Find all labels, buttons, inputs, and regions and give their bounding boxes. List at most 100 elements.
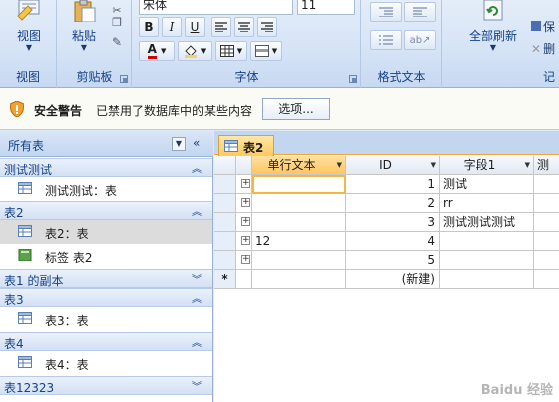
font-size-select[interactable]: 11 bbox=[297, 0, 355, 15]
row-selector[interactable] bbox=[214, 232, 236, 251]
align-left-button[interactable] bbox=[211, 17, 231, 37]
cell-id[interactable]: 4 bbox=[346, 232, 440, 251]
row-selector[interactable] bbox=[214, 213, 236, 232]
nav-group-header[interactable]: 测试测试 ︽ bbox=[0, 158, 212, 177]
alternate-row-color-button[interactable]: ▼ bbox=[250, 41, 282, 61]
row-expander[interactable]: + bbox=[236, 175, 252, 194]
cell-text[interactable] bbox=[252, 251, 346, 270]
row-expander[interactable]: + bbox=[236, 194, 252, 213]
nav-item-label: 表4：表 bbox=[45, 358, 89, 372]
nav-group-header[interactable]: 表4 ︽ bbox=[0, 332, 212, 351]
cell-partial[interactable] bbox=[534, 213, 559, 232]
fill-color-button[interactable]: ▼ bbox=[178, 41, 212, 61]
cell-text[interactable] bbox=[252, 213, 346, 232]
chevron-down-icon: ▼ bbox=[489, 43, 497, 52]
chevron-down-icon[interactable]: ▼ bbox=[431, 156, 436, 174]
row-selector[interactable] bbox=[214, 175, 236, 194]
cell-text[interactable] bbox=[252, 194, 346, 213]
nav-group-header[interactable]: 表1 的副本 ︾ bbox=[0, 269, 212, 288]
column-header-partial[interactable]: 测 bbox=[534, 156, 559, 175]
column-header-text[interactable]: 单行文本 ▼ bbox=[252, 156, 346, 175]
font-color-button[interactable]: A ▼ bbox=[139, 41, 175, 61]
new-row-id-cell[interactable]: (新建) bbox=[346, 270, 440, 289]
bold-button[interactable]: B bbox=[139, 17, 159, 37]
cell-partial[interactable] bbox=[534, 175, 559, 194]
row-expander[interactable]: + bbox=[236, 251, 252, 270]
chevron-down-icon[interactable]: ▼ bbox=[337, 156, 342, 174]
refresh-all-button[interactable]: 全部刷新 ▼ bbox=[463, 0, 523, 52]
text-direction-button[interactable]: ab↗ bbox=[404, 30, 436, 50]
row-selector[interactable] bbox=[214, 251, 236, 270]
table-icon bbox=[18, 225, 32, 237]
row-expander[interactable]: + bbox=[236, 232, 252, 251]
cell-id[interactable]: 1 bbox=[346, 175, 440, 194]
cell-id[interactable]: 2 bbox=[346, 194, 440, 213]
column-header-field1[interactable]: 字段1 ▼ bbox=[440, 156, 534, 175]
ribbon: 视图 ▼ 视图 粘贴 ▼ ✂ ❐ ✎ 剪贴板 宋体 11 B I U A ▼ ▼… bbox=[0, 0, 559, 88]
new-row-marker[interactable]: * bbox=[214, 270, 236, 289]
paste-button-label: 粘贴 bbox=[71, 29, 96, 43]
copy-icon: ❐ bbox=[112, 15, 122, 29]
paste-button[interactable]: 粘贴 ▼ bbox=[64, 0, 104, 52]
select-all-corner[interactable] bbox=[214, 156, 236, 175]
expand-plus-icon[interactable]: + bbox=[241, 217, 250, 226]
cell-partial[interactable] bbox=[534, 232, 559, 251]
row-expander[interactable]: + bbox=[236, 213, 252, 232]
new-row-cell-field1[interactable] bbox=[440, 270, 534, 289]
cell-field1[interactable]: rr bbox=[440, 194, 534, 213]
dialog-launcher-icon[interactable] bbox=[349, 75, 357, 83]
security-options-button[interactable]: 选项... bbox=[262, 98, 330, 120]
cell-field1[interactable]: 测试 bbox=[440, 175, 534, 194]
expand-plus-icon[interactable]: + bbox=[241, 198, 250, 207]
expand-plus-icon[interactable]: + bbox=[241, 179, 250, 188]
cell-text[interactable]: 12 bbox=[252, 232, 346, 251]
nav-group-label: 表3 bbox=[4, 293, 24, 307]
save-record-button[interactable]: 保 bbox=[531, 18, 555, 35]
decrease-indent-button[interactable] bbox=[370, 2, 402, 22]
expand-plus-icon[interactable]: + bbox=[241, 236, 250, 245]
align-center-button[interactable] bbox=[234, 17, 254, 37]
increase-indent-button[interactable] bbox=[404, 2, 436, 22]
numbered-list-button[interactable] bbox=[370, 30, 402, 50]
cell-text[interactable] bbox=[252, 175, 346, 194]
column-header-label: 测 bbox=[537, 158, 550, 172]
dialog-launcher-icon[interactable] bbox=[120, 75, 128, 83]
chevron-down-icon[interactable]: ▼ bbox=[172, 137, 186, 151]
nav-item-selected[interactable]: 表2：表 bbox=[0, 220, 212, 244]
nav-group-header[interactable]: 表3 ︽ bbox=[0, 288, 212, 307]
new-row-cell-text[interactable] bbox=[252, 270, 346, 289]
nav-group-header[interactable]: 表2 ︽ bbox=[0, 201, 212, 220]
collapse-pane-icon[interactable]: « bbox=[193, 136, 200, 150]
column-header-id[interactable]: ID ▼ bbox=[346, 156, 440, 175]
delete-record-button[interactable]: ✕ 删 bbox=[531, 40, 555, 57]
cell-partial[interactable] bbox=[534, 194, 559, 213]
expand-plus-icon[interactable]: + bbox=[241, 255, 250, 264]
font-name-select[interactable]: 宋体 bbox=[139, 0, 293, 15]
nav-item[interactable]: 测试测试：表 bbox=[0, 177, 212, 201]
new-row-cell-partial[interactable] bbox=[534, 270, 559, 289]
chevron-down-icon[interactable]: ▼ bbox=[525, 156, 530, 174]
cell-field1[interactable] bbox=[440, 251, 534, 270]
nav-item[interactable]: 表3：表 bbox=[0, 307, 212, 331]
document-area: 表2 单行文本 ▼ ID ▼ 字段1 ▼ 测 + 1 测试 + 2 rr + 3… bbox=[214, 131, 559, 402]
align-right-button[interactable] bbox=[257, 17, 277, 37]
cell-field1[interactable] bbox=[440, 232, 534, 251]
cell-id[interactable]: 5 bbox=[346, 251, 440, 270]
cell-field1[interactable]: 测试测试测试 bbox=[440, 213, 534, 232]
copy-button[interactable]: ❐ bbox=[108, 12, 126, 32]
cell-partial[interactable] bbox=[534, 251, 559, 270]
gridlines-button[interactable]: ▼ bbox=[215, 41, 247, 61]
format-painter-button[interactable]: ✎ bbox=[108, 32, 126, 52]
nav-pane-header[interactable]: 所有表 ▼ « bbox=[0, 131, 213, 157]
report-icon bbox=[18, 249, 32, 261]
nav-group-header[interactable]: 表12323 ︾ bbox=[0, 376, 212, 395]
underline-button[interactable]: U bbox=[185, 17, 205, 37]
italic-button[interactable]: I bbox=[162, 17, 182, 37]
tab-table2[interactable]: 表2 bbox=[218, 135, 274, 156]
nav-item[interactable]: 标签 表2 bbox=[0, 244, 212, 268]
row-selector[interactable] bbox=[214, 194, 236, 213]
view-button[interactable]: 视图 ▼ bbox=[6, 0, 52, 52]
chevron-up-icon: ︽ bbox=[192, 294, 202, 305]
cell-id[interactable]: 3 bbox=[346, 213, 440, 232]
nav-item[interactable]: 表4：表 bbox=[0, 351, 212, 375]
